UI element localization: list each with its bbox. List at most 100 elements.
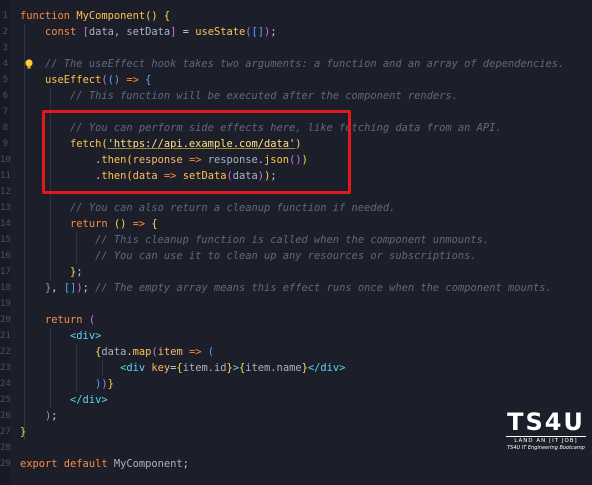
code-line[interactable]: export default MyComponent; [20,456,189,472]
line-number: 20 [0,315,11,325]
code-line[interactable]: // You can use it to clean up any resour… [20,248,477,264]
line-number: 11 [0,171,11,181]
code-line[interactable]: <div key={item.id}>{item.name}</div> [20,360,345,376]
line-number: 24 [0,379,11,389]
line-number: 5 [2,75,8,85]
code-line[interactable]: </div> [20,392,108,408]
code-token: , [51,282,64,294]
line-number: 28 [0,443,11,453]
line-number: 14 [0,219,11,229]
line-number: 2 [2,27,8,37]
code-line[interactable]: {data.map(item => ( [20,344,214,360]
line-number: 12 [0,187,11,197]
line-number: 6 [2,91,8,101]
line-number: 8 [2,123,8,133]
code-token: ; [182,458,189,470]
code-token: () [113,218,127,230]
line-number: 17 [0,267,11,277]
code-token: () [107,74,121,86]
line-number: 16 [0,251,11,261]
code-token: item.id [182,362,227,374]
code-token: MyComponent [76,10,146,22]
code-line[interactable]: } [20,424,26,440]
code-token: => [120,74,146,86]
code-line[interactable]: <div> [20,328,101,344]
logo-wordmark: TS4U [507,408,585,436]
line-number: 10 [0,155,11,165]
code-line[interactable]: // This cleanup function is called when … [20,232,489,248]
code-line[interactable]: useEffect(() => { [20,72,151,88]
code-token: <div [120,362,152,374]
line-number: 7 [2,107,8,117]
code-token: [] [63,282,77,294]
code-token: // You can use it to clean up any resour… [95,250,477,262]
code-token: data [101,346,127,358]
code-token: ; [51,410,58,422]
code-token: useEffect [45,74,102,86]
code-line[interactable]: return ( [20,312,95,328]
code-token: ; [82,282,96,294]
code-token: () { [145,10,171,22]
ts4u-logo: TS4U LAND AN [IT JOB] TS4U IT Engineerin… [500,408,592,468]
code-line[interactable]: ); [20,408,58,424]
lightbulb-icon[interactable] [23,58,35,70]
logo-subtitle: TS4U IT Engineering Bootcamp [507,445,585,451]
code-token: // The useEffect hook takes two argument… [45,58,565,70]
code-token: ( [88,314,96,326]
code-line[interactable]: // You can also return a cleanup functio… [20,200,395,216]
code-line[interactable]: return () => { [20,216,158,232]
code-line[interactable]: ))} [20,376,114,392]
code-token: => [182,346,208,358]
line-number: 21 [0,331,11,341]
code-token: { [145,74,152,86]
code-token: </div> [307,362,346,374]
line-number: 1 [2,11,8,21]
line-number: 22 [0,347,11,357]
code-token: </div> [70,394,108,406]
code-token: function [20,10,77,22]
code-token: { [151,218,158,230]
code-token: item [157,346,183,358]
logo-tagline: LAND AN [IT JOB] [506,436,586,445]
line-number: 23 [0,363,11,373]
code-token: } [107,378,114,390]
code-token: map [132,346,152,358]
code-token: // This function will be executed after … [70,90,458,102]
line-number: 3 [2,43,8,53]
code-token: // The empty array means this effect run… [95,282,552,294]
code-token: return [70,218,114,230]
line-number: 13 [0,203,11,213]
code-token: export default [20,458,114,470]
code-token: item.name [245,362,302,374]
code-editor[interactable]: 1 2 3 4 5 6 7 8 9 10 11 12 13 14 15 16 17 18 19 20 21 22 23 24 2… [0,0,592,485]
code-token: return [45,314,89,326]
code-line[interactable]: const [data, setData] = useState([]); [20,24,277,40]
line-number: 9 [2,139,8,149]
line-number: 15 [0,235,11,245]
line-number: 25 [0,395,11,405]
line-number: 27 [0,427,11,437]
code-line[interactable]: // The useEffect hook takes two argument… [20,56,564,72]
code-token: // This cleanup function is called when … [95,234,490,246]
code-line[interactable]: function MyComponent() { [20,8,170,24]
code-line[interactable]: }, []); // The empty array means this ef… [20,280,552,296]
code-token: MyComponent [113,458,183,470]
code-line[interactable]: // This function will be executed after … [20,88,458,104]
code-token: ; [270,26,277,38]
code-token: = [176,26,196,38]
code-line[interactable]: }; [20,264,83,280]
code-token: useState [195,26,246,38]
code-token: ; [76,266,83,278]
